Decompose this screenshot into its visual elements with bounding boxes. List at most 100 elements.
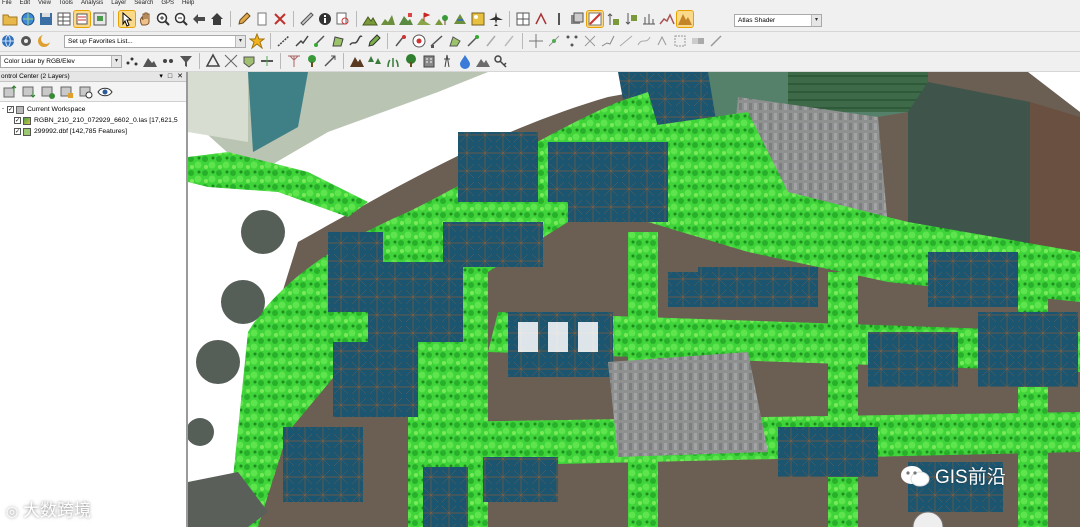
- select-arrow-icon[interactable]: [118, 10, 136, 28]
- pin-icon[interactable]: ▾: [159, 72, 163, 81]
- new-page-icon[interactable]: [254, 11, 270, 27]
- workspace-node[interactable]: - ✓ Current Workspace: [2, 104, 186, 115]
- edit-area-icon[interactable]: [447, 33, 463, 49]
- flag-terrain-icon[interactable]: [416, 11, 432, 27]
- lidar-color-select[interactable]: Color Lidar by RGB/Elev ▾: [0, 55, 122, 68]
- find-icon[interactable]: [335, 11, 351, 27]
- tree-icon[interactable]: [403, 53, 419, 69]
- lidar-select-icon[interactable]: [241, 53, 257, 69]
- moon-icon[interactable]: [36, 33, 52, 49]
- pan-hand-icon[interactable]: [137, 11, 153, 27]
- menu-tools[interactable]: Tools: [59, 0, 73, 7]
- elevation-down-icon[interactable]: [623, 11, 639, 27]
- menu-edit[interactable]: Edit: [20, 0, 30, 7]
- chevron-down-icon[interactable]: ▾: [235, 36, 245, 47]
- chevron-down-icon[interactable]: ▾: [111, 56, 121, 67]
- mountain-icon[interactable]: [349, 53, 365, 69]
- delete-x-icon[interactable]: [272, 11, 288, 27]
- restore-icon[interactable]: □: [168, 72, 172, 81]
- eraser-icon[interactable]: [501, 33, 517, 49]
- draw-freehand-icon[interactable]: [348, 33, 364, 49]
- map-canvas[interactable]: GIS前沿: [188, 72, 1080, 527]
- lidar-terrain-icon[interactable]: [142, 53, 158, 69]
- layer-zoom-icon[interactable]: [78, 84, 94, 100]
- rotate-icon[interactable]: [582, 33, 598, 49]
- power-line-icon[interactable]: [286, 53, 302, 69]
- watershed-icon[interactable]: [452, 11, 468, 27]
- layer-row-dbf[interactable]: ✓ 299992.dbf [142,785 Features]: [2, 126, 186, 137]
- menu-gps[interactable]: GPS: [161, 0, 174, 7]
- menu-view[interactable]: View: [38, 0, 51, 7]
- layer-down-icon[interactable]: [21, 84, 37, 100]
- back-arrow-icon[interactable]: [191, 11, 207, 27]
- cross-section-icon[interactable]: [641, 11, 657, 27]
- move-cross-icon[interactable]: [528, 33, 544, 49]
- close-icon[interactable]: ✕: [177, 72, 183, 81]
- snap-icon[interactable]: [654, 33, 670, 49]
- shader-select[interactable]: Atlas Shader ▾: [734, 14, 822, 27]
- edit-feature-icon[interactable]: [465, 33, 481, 49]
- shader-icon[interactable]: [676, 10, 694, 28]
- measure-icon[interactable]: [299, 11, 315, 27]
- lidar-classify-icon[interactable]: [160, 53, 176, 69]
- no-tool-icon[interactable]: [586, 10, 604, 28]
- grass-icon[interactable]: [385, 53, 401, 69]
- layer-up-icon[interactable]: [2, 84, 18, 100]
- smooth-line-icon[interactable]: [636, 33, 652, 49]
- merge-icon[interactable]: [690, 33, 706, 49]
- globe-network-icon[interactable]: [0, 33, 16, 49]
- lidar-mesh-icon[interactable]: [223, 53, 239, 69]
- overview-icon[interactable]: [92, 11, 108, 27]
- layer-row-las[interactable]: ✓ RGBN_210_210_072929_6602_0.las [17,621…: [2, 115, 186, 126]
- lidar-points-icon[interactable]: [124, 53, 140, 69]
- layer-checkbox[interactable]: ✓: [14, 117, 21, 124]
- info-icon[interactable]: [317, 11, 333, 27]
- layer-checkbox[interactable]: ✓: [14, 128, 21, 135]
- edit-vertex-icon[interactable]: [312, 33, 328, 49]
- terrain-tree-icon[interactable]: [434, 11, 450, 27]
- reshape-icon[interactable]: [600, 33, 616, 49]
- split-line-icon[interactable]: [546, 33, 562, 49]
- home-icon[interactable]: [209, 11, 225, 27]
- draw-pencil-icon[interactable]: [366, 33, 382, 49]
- target-icon[interactable]: [411, 33, 427, 49]
- terrain-profile-icon[interactable]: [380, 11, 396, 27]
- building-icon[interactable]: [421, 53, 437, 69]
- menu-help[interactable]: Help: [182, 0, 194, 7]
- save-icon[interactable]: [38, 11, 54, 27]
- vertices-icon[interactable]: [564, 33, 580, 49]
- table-icon[interactable]: [56, 11, 72, 27]
- menu-file[interactable]: File: [2, 0, 12, 7]
- menu-analysis[interactable]: Analysis: [81, 0, 103, 7]
- draw-polyline-icon[interactable]: [294, 33, 310, 49]
- terrain-icon[interactable]: [362, 11, 378, 27]
- airplane-icon[interactable]: [488, 11, 504, 27]
- lidar-filter-icon[interactable]: [178, 53, 194, 69]
- terrain-edit-icon[interactable]: [475, 53, 491, 69]
- menu-layer[interactable]: Layer: [111, 0, 126, 7]
- extend-line-icon[interactable]: [618, 33, 634, 49]
- terrain-volume-icon[interactable]: [398, 11, 414, 27]
- key-icon[interactable]: [493, 53, 509, 69]
- buffer-icon[interactable]: [672, 33, 688, 49]
- layer-view-eye-icon[interactable]: [97, 84, 113, 100]
- draw-area-icon[interactable]: [330, 33, 346, 49]
- layer-metadata-icon[interactable]: [59, 84, 75, 100]
- draw-line-icon[interactable]: [276, 33, 292, 49]
- menu-search[interactable]: Search: [134, 0, 153, 7]
- grid-icon[interactable]: [515, 11, 531, 27]
- digitizer-icon[interactable]: [393, 33, 409, 49]
- workspace-checkbox[interactable]: ✓: [7, 106, 14, 113]
- edit-line-icon[interactable]: [429, 33, 445, 49]
- lidar-extract-icon[interactable]: [322, 53, 338, 69]
- clip-icon[interactable]: [708, 33, 724, 49]
- settings-gear-icon[interactable]: [18, 33, 34, 49]
- lidar-tree-icon[interactable]: [304, 53, 320, 69]
- zoom-out-icon[interactable]: [173, 11, 189, 27]
- layers-icon[interactable]: [73, 10, 91, 28]
- lidar-break-icon[interactable]: [259, 53, 275, 69]
- globe-icon[interactable]: [20, 11, 36, 27]
- elevation-up-icon[interactable]: [605, 11, 621, 27]
- digitize-icon[interactable]: [533, 11, 549, 27]
- brush-icon[interactable]: [483, 33, 499, 49]
